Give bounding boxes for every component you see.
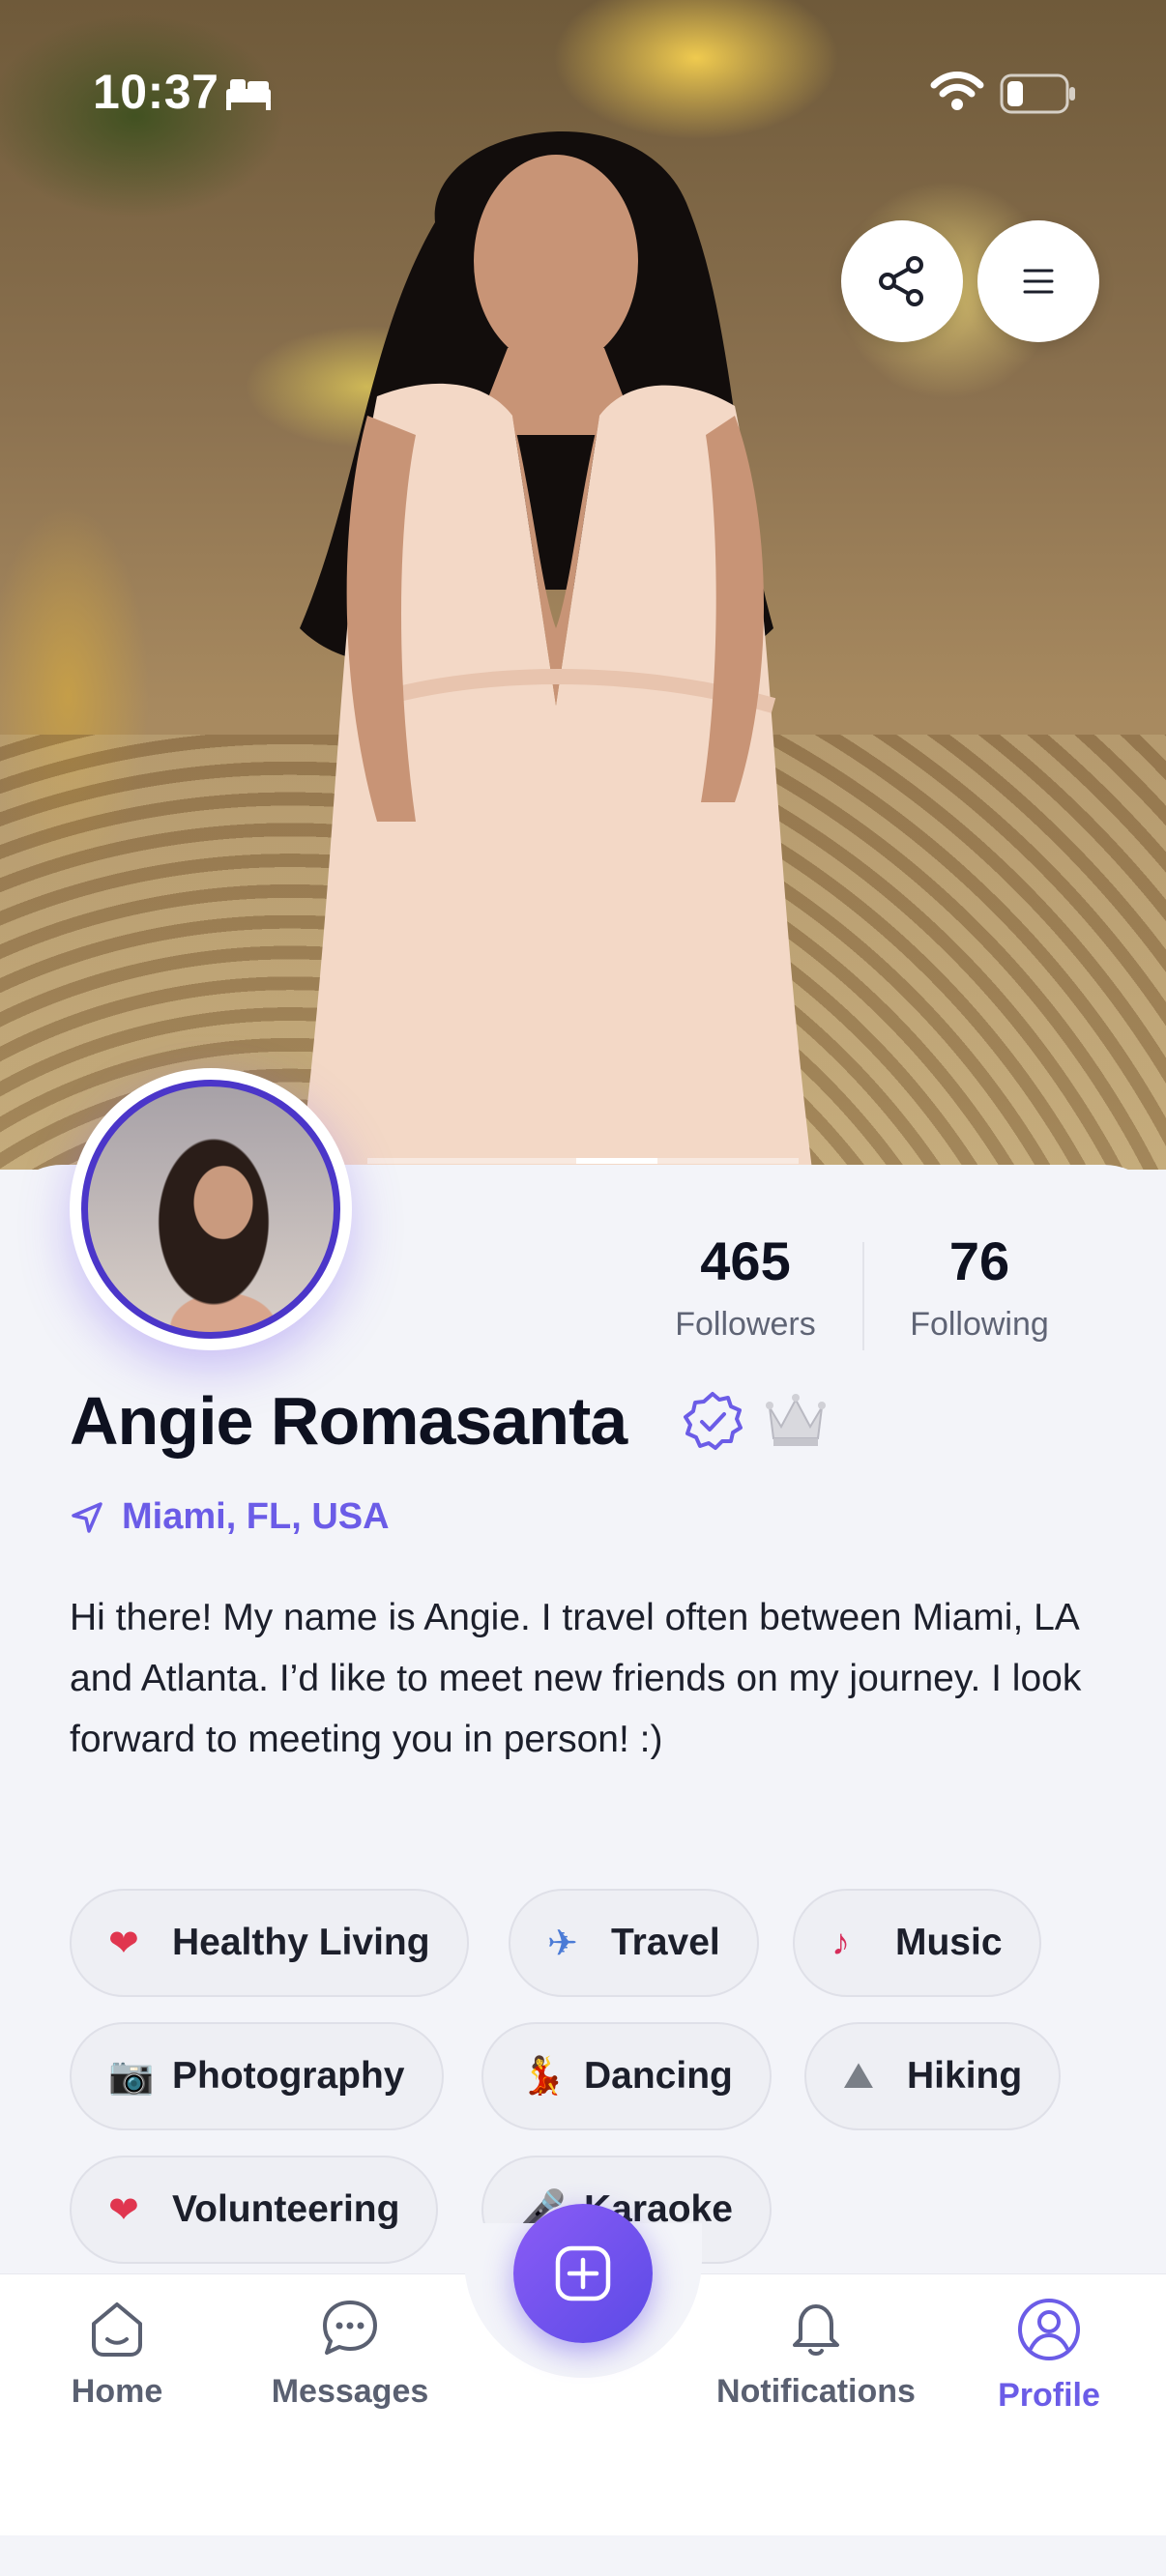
photo-page-indicator bbox=[367, 1158, 799, 1164]
stats-divider bbox=[862, 1242, 864, 1350]
interest-chip-healthy-living[interactable]: ❤ Healthy Living bbox=[70, 1889, 469, 1997]
avatar[interactable] bbox=[70, 1068, 352, 1350]
bell-icon bbox=[793, 2304, 839, 2356]
status-time: 10:37 bbox=[93, 65, 219, 119]
heartbeat-icon: ❤ bbox=[108, 1923, 139, 1964]
interest-label: Music bbox=[895, 1922, 1003, 1963]
status-bar: 10:37 bbox=[0, 0, 1166, 184]
nav-messages-label: Messages bbox=[271, 2373, 429, 2410]
music-note-icon: ♪ bbox=[831, 1922, 850, 1963]
home-icon bbox=[92, 2302, 142, 2357]
followers-count: 465 bbox=[700, 1230, 791, 1291]
interest-label: Dancing bbox=[584, 2055, 733, 2097]
interest-chip-travel[interactable]: ✈ Travel bbox=[509, 1889, 759, 1997]
page-dot bbox=[367, 1158, 576, 1164]
battery-icon bbox=[1000, 73, 1075, 114]
following-count: 76 bbox=[948, 1230, 1010, 1291]
share-button[interactable] bbox=[841, 220, 963, 342]
page-dot-active bbox=[576, 1158, 657, 1164]
interest-label: Photography bbox=[172, 2055, 405, 2097]
wifi-icon bbox=[930, 72, 984, 110]
crown-icon bbox=[766, 1394, 826, 1446]
nav-notifications-label: Notifications bbox=[716, 2373, 916, 2410]
chat-bubble-icon bbox=[323, 2301, 377, 2355]
followers-stat[interactable]: 465 Followers bbox=[667, 1230, 824, 1344]
interest-label: Travel bbox=[611, 1922, 720, 1963]
interest-label: Healthy Living bbox=[172, 1922, 430, 1963]
interest-label: Volunteering bbox=[172, 2188, 400, 2230]
camera-icon: 📷 bbox=[108, 2056, 155, 2097]
nav-notifications[interactable]: Notifications bbox=[710, 2297, 922, 2411]
location-arrow-icon bbox=[72, 1501, 102, 1533]
nav-home-label: Home bbox=[71, 2373, 163, 2410]
profile-user-icon bbox=[1018, 2299, 1080, 2360]
share-icon bbox=[879, 256, 923, 306]
followers-label: Followers bbox=[675, 1306, 816, 1343]
airplane-icon: ✈ bbox=[547, 1923, 578, 1964]
following-label: Following bbox=[910, 1306, 1049, 1343]
verified-badge-icon bbox=[684, 1392, 743, 1450]
interest-label: Hiking bbox=[907, 2055, 1023, 2097]
location[interactable]: Miami, FL, USA bbox=[70, 1496, 390, 1538]
nav-messages[interactable]: Messages bbox=[263, 2297, 437, 2411]
menu-button[interactable] bbox=[977, 220, 1099, 342]
hand-heart-icon: ❤ bbox=[108, 2189, 139, 2231]
create-post-button[interactable] bbox=[513, 2204, 653, 2343]
cover-person-figure bbox=[300, 130, 812, 1170]
profile-bio: Hi there! My name is Angie. I travel oft… bbox=[70, 1597, 1082, 1760]
bed-icon bbox=[226, 79, 271, 110]
profile-name: Angie Romasanta bbox=[70, 1383, 627, 1459]
location-text: Miami, FL, USA bbox=[122, 1496, 390, 1537]
avatar-image bbox=[81, 1080, 340, 1339]
dancer-icon: 💃 bbox=[520, 2056, 567, 2097]
nav-profile[interactable]: Profile bbox=[990, 2297, 1108, 2415]
page-dot bbox=[657, 1158, 799, 1164]
nav-profile-label: Profile bbox=[998, 2377, 1100, 2414]
following-stat[interactable]: 76 Following bbox=[901, 1230, 1058, 1344]
interest-chip-dancing[interactable]: 💃 Dancing bbox=[481, 2022, 772, 2130]
mountain-icon: ⛰ bbox=[843, 2055, 874, 2097]
interest-chip-volunteering[interactable]: ❤ Volunteering bbox=[70, 2156, 439, 2264]
interest-chip-hiking[interactable]: ⛰ Hiking bbox=[804, 2022, 1062, 2130]
interest-chip-photography[interactable]: 📷 Photography bbox=[70, 2022, 444, 2130]
plus-square-icon bbox=[555, 2245, 611, 2301]
interest-chip-music[interactable]: ♪ Music bbox=[793, 1889, 1041, 1997]
profile-cover-photo[interactable]: 10:37 bbox=[0, 0, 1166, 1170]
hamburger-menu-icon bbox=[1023, 269, 1054, 294]
nav-home[interactable]: Home bbox=[58, 2297, 176, 2411]
